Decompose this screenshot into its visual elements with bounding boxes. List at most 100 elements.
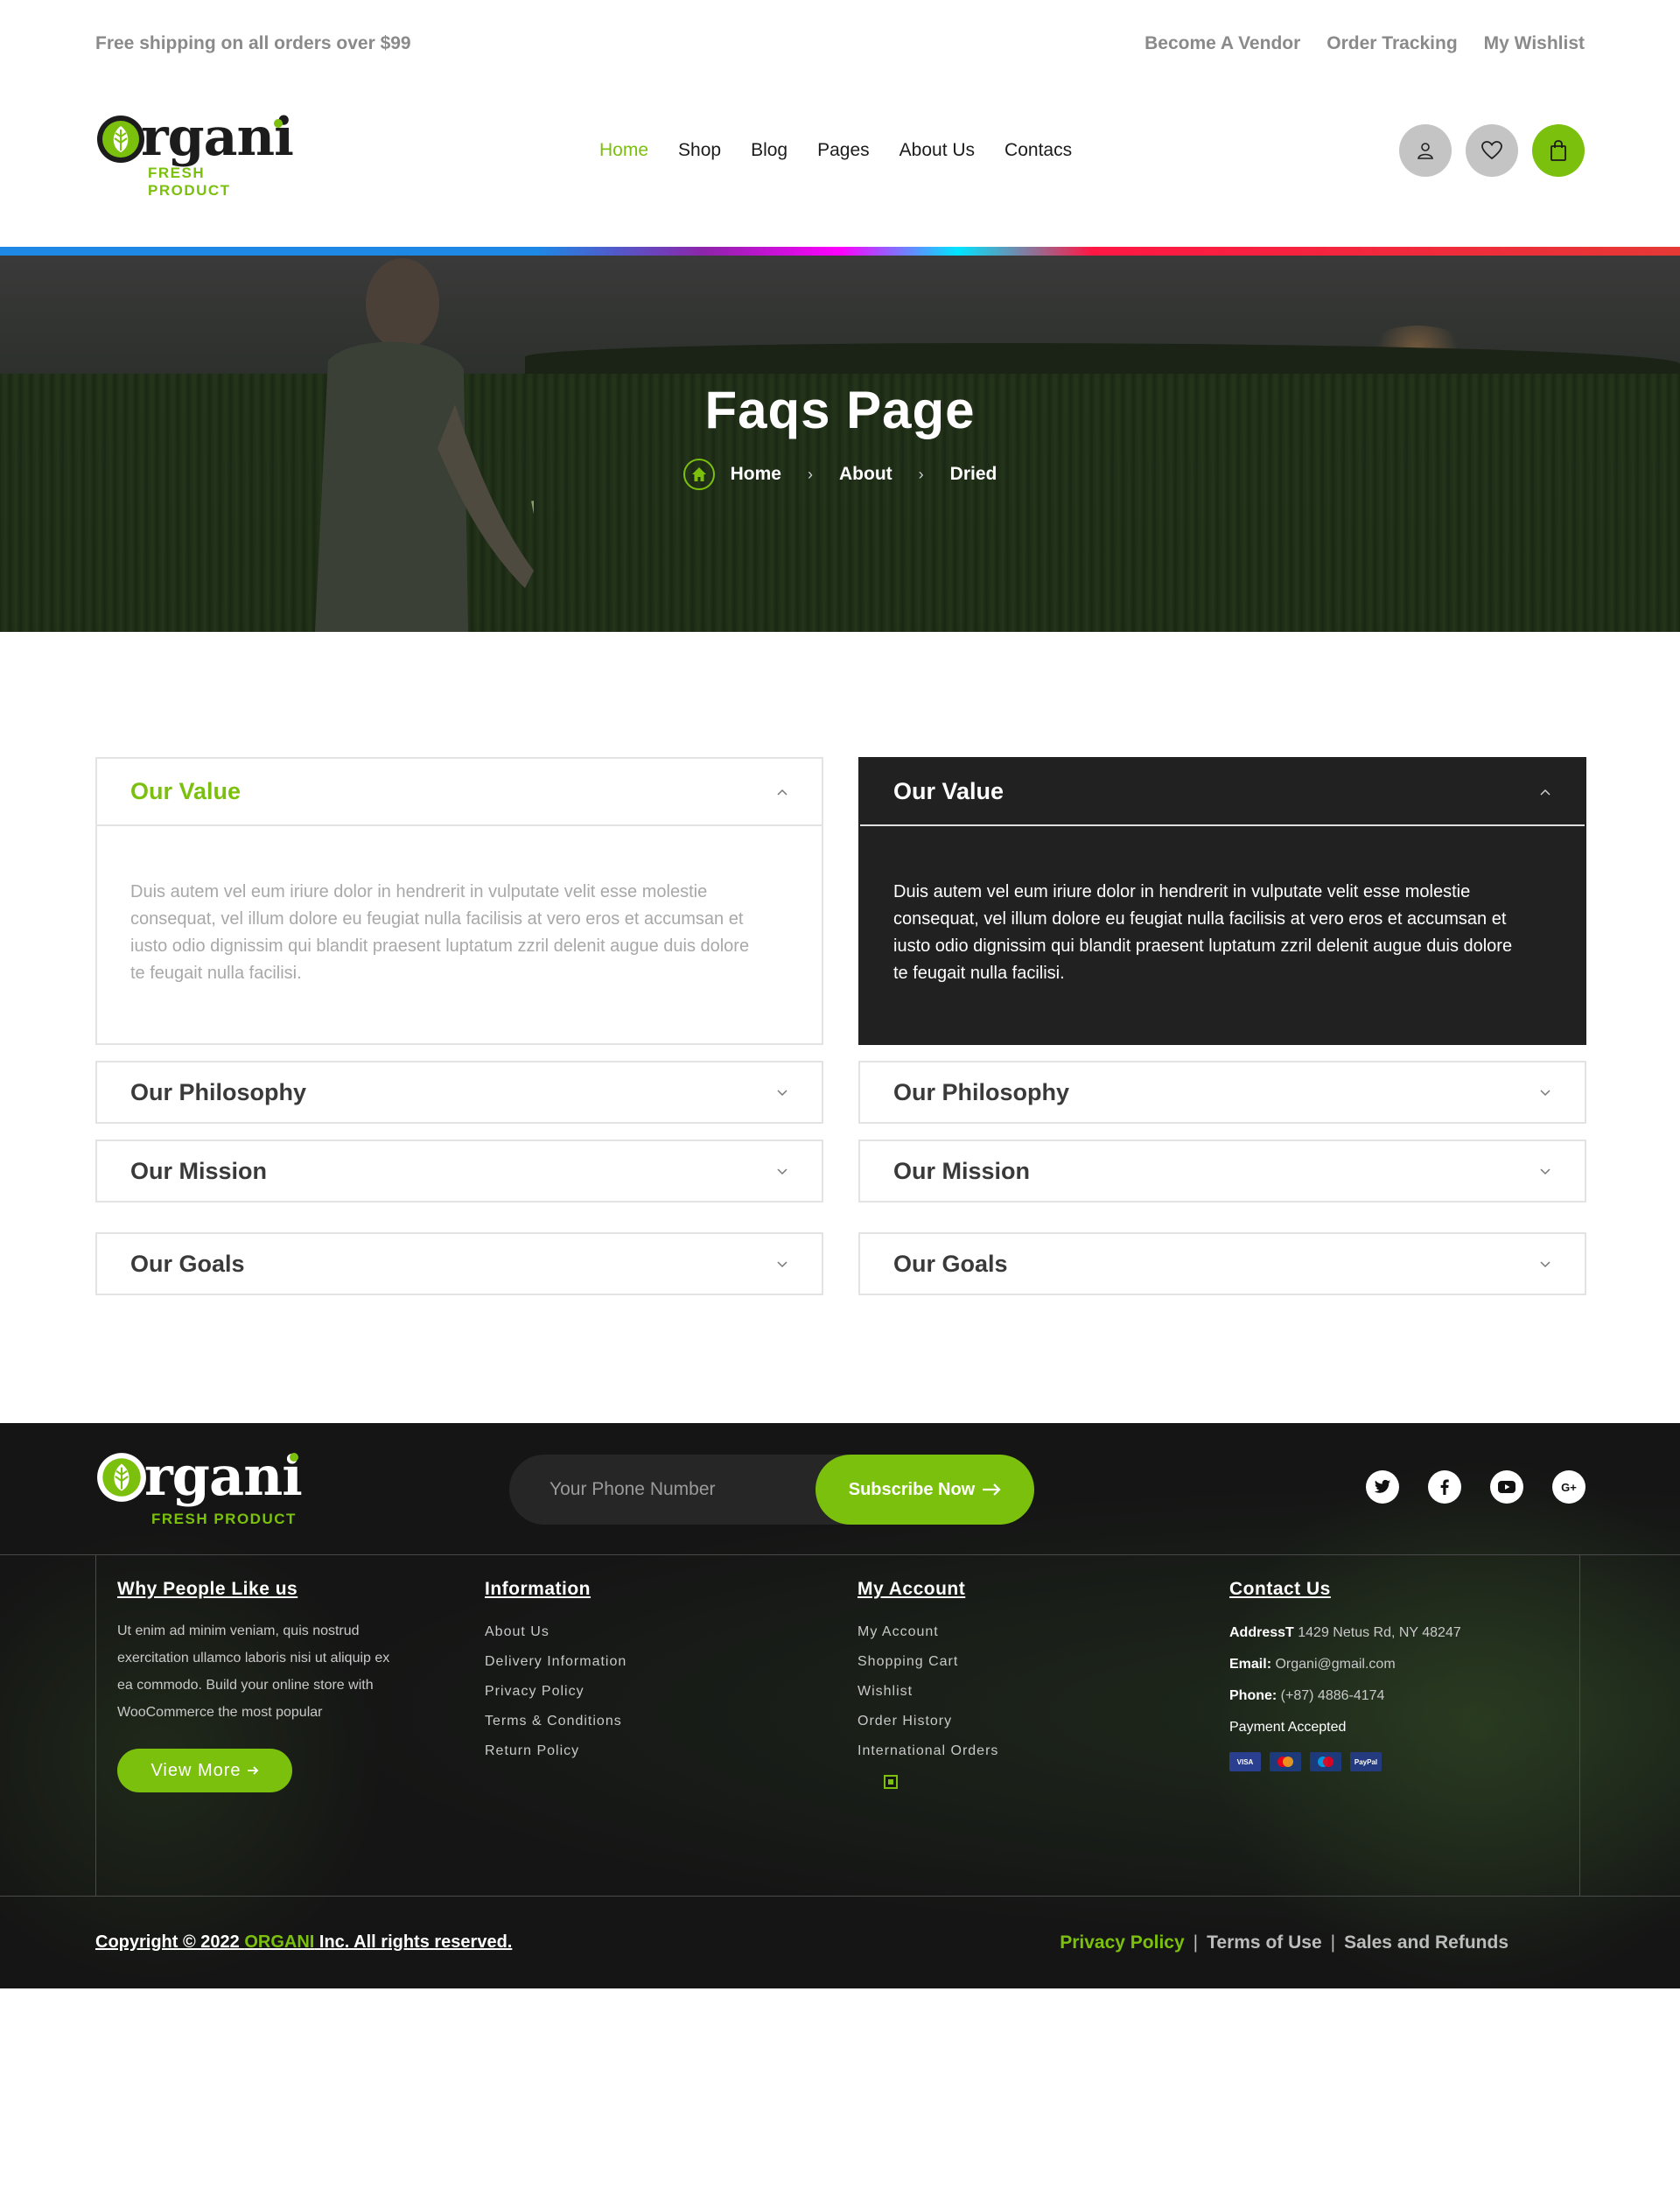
phone-number-input[interactable]: [550, 1476, 812, 1504]
faq-title: Our Value: [130, 778, 242, 804]
cart-button[interactable]: [1532, 124, 1585, 177]
faq-toggle-our-philosophy[interactable]: Our Philosophy: [97, 1062, 822, 1122]
nav-contacs[interactable]: Contacs: [1004, 140, 1072, 161]
footer-link-about-us[interactable]: About Us: [485, 1617, 626, 1647]
google-plus-icon[interactable]: G+: [1552, 1470, 1586, 1504]
faq-title: Our Goals: [130, 1250, 245, 1277]
footer-my-account: My Account My Account Shopping Cart Wish…: [858, 1579, 998, 1766]
account-button[interactable]: [1399, 124, 1452, 177]
faq-item-our-value: Our Value Duis autem vel eum iriure dolo…: [95, 757, 823, 1045]
scroll-to-top-marker[interactable]: [884, 1775, 898, 1789]
payment-accepted-label: Payment Accepted: [1229, 1720, 1347, 1735]
youtube-icon[interactable]: [1490, 1470, 1523, 1504]
social-links: G+: [1366, 1470, 1586, 1504]
faq-title: Our Goals: [893, 1250, 1008, 1277]
faq-title: Our Mission: [130, 1157, 268, 1184]
nav-shop[interactable]: Shop: [678, 140, 721, 161]
terms-of-use-link[interactable]: Terms of Use: [1207, 1932, 1322, 1953]
faq-toggle-our-goals[interactable]: Our Goals: [860, 1234, 1585, 1294]
footer-link-order-history[interactable]: Order History: [858, 1707, 998, 1736]
faq-toggle-our-value[interactable]: Our Value: [97, 759, 822, 826]
faq-accordion-light: Our Value Duis autem vel eum iriure dolo…: [95, 757, 823, 1311]
footer-link-return[interactable]: Return Policy: [485, 1736, 626, 1766]
shipping-promo: Free shipping on all orders over $99: [95, 33, 411, 53]
top-bar: Free shipping on all orders over $99 Bec…: [0, 0, 1680, 84]
home-icon[interactable]: [682, 459, 715, 490]
logo-wordmark: rgani: [144, 1444, 303, 1508]
page-hero: Faqs Page Home › About › Dried: [0, 256, 1680, 632]
subscribe-form: Subscribe Now: [509, 1455, 1034, 1525]
paypal-icon: PayPal: [1350, 1752, 1382, 1771]
order-tracking-link[interactable]: Order Tracking: [1326, 33, 1457, 54]
copyright-brand-link[interactable]: ORGANI: [244, 1932, 314, 1952]
footer-information: Information About Us Delivery Informatio…: [485, 1579, 626, 1766]
breadcrumb-home[interactable]: Home: [731, 464, 781, 485]
faq-toggle-our-value[interactable]: Our Value: [860, 759, 1585, 826]
top-links: Become A Vendor Order Tracking My Wishli…: [1144, 33, 1585, 54]
sales-refunds-link[interactable]: Sales and Refunds: [1344, 1932, 1508, 1953]
nav-home[interactable]: Home: [599, 140, 648, 161]
twitter-icon[interactable]: [1366, 1470, 1399, 1504]
contact-email: Email: Organi@gmail.com: [1229, 1657, 1396, 1672]
site-logo[interactable]: rgani FRESH PRODUCT: [95, 107, 294, 199]
subscribe-button[interactable]: Subscribe Now: [816, 1455, 1034, 1525]
facebook-icon[interactable]: [1428, 1470, 1461, 1504]
become-vendor-link[interactable]: Become A Vendor: [1144, 33, 1300, 54]
page-title: Faqs Page: [704, 381, 976, 439]
footer-link-terms[interactable]: Terms & Conditions: [485, 1707, 626, 1736]
privacy-policy-link[interactable]: Privacy Policy: [1060, 1932, 1184, 1953]
footer-link-my-account[interactable]: My Account: [858, 1617, 998, 1647]
faq-accordion-dark: Our Value Duis autem vel eum iriure dolo…: [858, 757, 1586, 1311]
footer-link-privacy[interactable]: Privacy Policy: [485, 1677, 626, 1707]
breadcrumb-separator: ›: [918, 465, 924, 483]
logo-tagline: FRESH PRODUCT: [148, 165, 231, 199]
nav-about-us[interactable]: About Us: [900, 140, 975, 161]
faq-title: Our Mission: [893, 1157, 1031, 1184]
heart-icon: [1481, 141, 1502, 160]
nav-blog[interactable]: Blog: [751, 140, 788, 161]
faq-answer: Duis autem vel eum iriure dolor in hendr…: [893, 882, 1513, 983]
chevron-down-icon: [777, 1168, 788, 1175]
faq-title: Our Philosophy: [130, 1078, 307, 1105]
logo-dot: [274, 119, 283, 128]
farmer-silhouette: [315, 258, 534, 632]
faq-item-our-mission: Our Mission: [858, 1140, 1586, 1203]
logo-wordmark: rgani: [141, 107, 294, 168]
footer-link-cart[interactable]: Shopping Cart: [858, 1647, 998, 1677]
footer-link-wishlist[interactable]: Wishlist: [858, 1677, 998, 1707]
arrow-right-icon: [247, 1766, 258, 1775]
shopping-bag-icon: [1550, 140, 1566, 161]
view-more-button[interactable]: View More: [117, 1749, 292, 1792]
chevron-up-icon: [777, 789, 788, 796]
footer-logo[interactable]: rgani FRESH PRODUCT: [95, 1444, 305, 1535]
contact-phone: Phone: (+87) 4886-4174: [1229, 1688, 1385, 1703]
faq-toggle-our-mission[interactable]: Our Mission: [97, 1141, 822, 1201]
my-wishlist-link[interactable]: My Wishlist: [1484, 33, 1585, 54]
chevron-down-icon: [777, 1261, 788, 1268]
main-nav: Home Shop Blog Pages About Us Contacs: [599, 140, 1072, 161]
chevron-down-icon: [1540, 1261, 1550, 1268]
faq-item-our-goals: Our Goals: [858, 1232, 1586, 1295]
faq-toggle-our-goals[interactable]: Our Goals: [97, 1234, 822, 1294]
copyright: Copyright © 2022 ORGANI Inc. All rights …: [95, 1932, 513, 1952]
footer-link-international[interactable]: International Orders: [858, 1736, 998, 1766]
breadcrumb-about[interactable]: About: [839, 464, 892, 485]
leaf-badge-icon: [97, 1453, 146, 1502]
chevron-down-icon: [777, 1090, 788, 1097]
breadcrumb-separator: ›: [808, 465, 813, 483]
footer-divider: [0, 1554, 1680, 1555]
chevron-down-icon: [1540, 1090, 1550, 1097]
footer-link-delivery[interactable]: Delivery Information: [485, 1647, 626, 1677]
faq-toggle-our-mission[interactable]: Our Mission: [860, 1141, 1585, 1201]
site-header: rgani FRESH PRODUCT Home Shop Blog Pages…: [0, 84, 1680, 247]
footer-heading-account: My Account: [858, 1579, 966, 1599]
faq-item-our-mission: Our Mission: [95, 1140, 823, 1203]
legal-separator: |: [1330, 1932, 1336, 1953]
faq-toggle-our-philosophy[interactable]: Our Philosophy: [860, 1062, 1585, 1122]
mastercard-icon: [1270, 1752, 1301, 1771]
footer-contact: Contact Us AddressT 1429 Netus Rd, NY 48…: [1229, 1579, 1461, 1771]
wishlist-button[interactable]: [1466, 124, 1518, 177]
footer-heading-why: Why People Like us: [117, 1579, 298, 1599]
contact-address: AddressT 1429 Netus Rd, NY 48247: [1229, 1625, 1461, 1640]
nav-pages[interactable]: Pages: [817, 140, 870, 161]
